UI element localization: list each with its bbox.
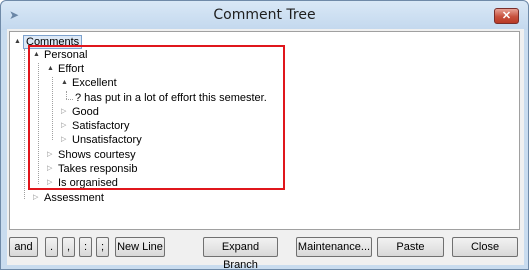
comment-tree-view[interactable]: ▲ Comments ▲ Personal ▲ Effort ▲ Excelle…: [9, 31, 520, 230]
colon-button[interactable]: :: [79, 237, 92, 257]
maintenance-button[interactable]: Maintenance...: [296, 237, 372, 257]
tree-node-label: Assessment: [44, 192, 104, 204]
paste-button[interactable]: Paste: [377, 237, 444, 257]
and-button[interactable]: and: [9, 237, 38, 257]
window-title: Comment Tree: [213, 7, 316, 23]
expand-branch-button[interactable]: Expand Branch: [203, 237, 278, 271]
dialog-client-area: ▲ Comments ▲ Personal ▲ Effort ▲ Excelle…: [7, 29, 524, 271]
comment-tree-window: ➤ Comment Tree ✕ ▲ Comments ▲ Personal ▲…: [0, 0, 529, 271]
comma-button[interactable]: ,: [62, 237, 75, 257]
collapsed-triangle-icon[interactable]: ▷: [33, 194, 41, 202]
new-line-button[interactable]: New Line: [115, 237, 165, 257]
window-close-button[interactable]: ✕: [494, 8, 519, 24]
period-button[interactable]: .: [45, 237, 58, 257]
semicolon-button[interactable]: ;: [96, 237, 109, 257]
tree-connector-root: [24, 49, 25, 199]
close-button[interactable]: Close: [452, 237, 518, 257]
highlight-annotation-box: [28, 45, 285, 190]
title-bar: ➤ Comment Tree ✕: [1, 1, 528, 30]
expanded-triangle-icon[interactable]: ▲: [14, 38, 22, 46]
